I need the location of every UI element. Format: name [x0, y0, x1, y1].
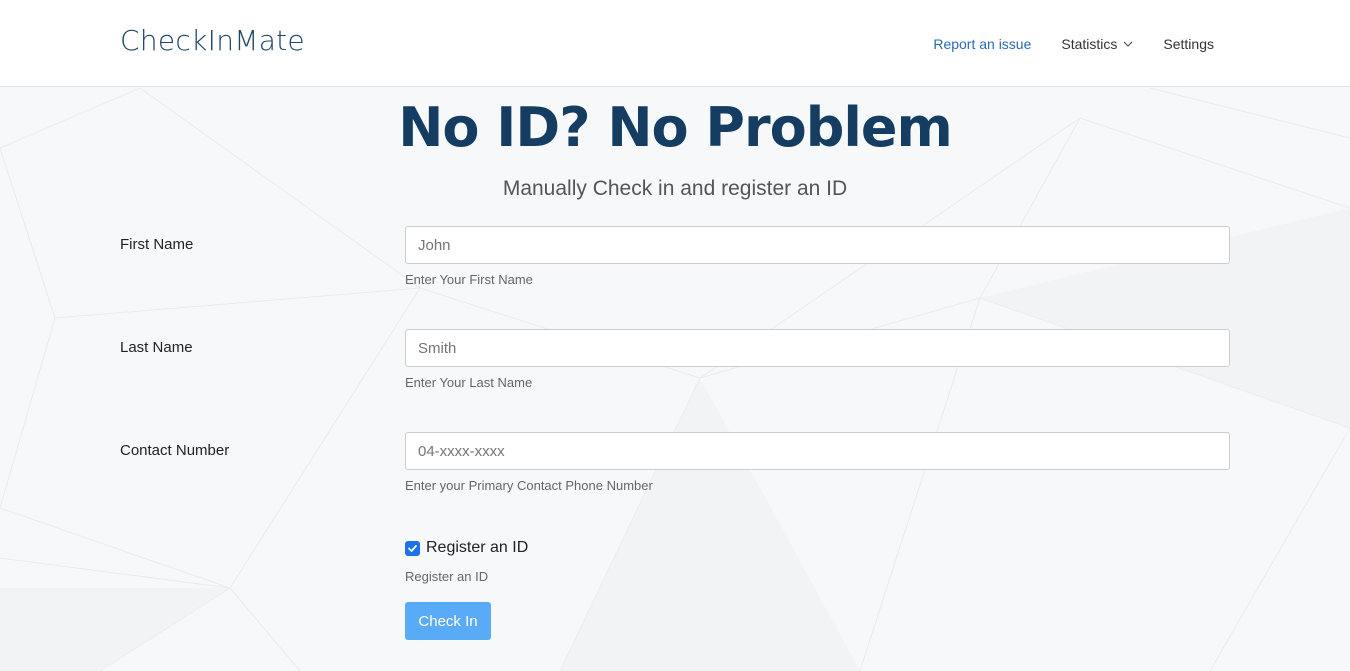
check-in-button[interactable]: Check In [405, 602, 491, 640]
main-content: No ID? No Problem Manually Check in and … [0, 88, 1350, 671]
contact-number-label: Contact Number [120, 442, 230, 459]
nav-link-report-issue[interactable]: Report an issue [933, 36, 1031, 52]
register-id-row: Register an ID [405, 539, 528, 557]
first-name-help: Enter Your First Name [405, 272, 533, 287]
nav-link-settings[interactable]: Settings [1163, 36, 1214, 52]
last-name-input[interactable] [405, 329, 1230, 367]
top-navbar: CheckInMate Report an issue Statistics S… [0, 0, 1350, 87]
contact-number-help: Enter your Primary Contact Phone Number [405, 478, 653, 493]
brand-logo[interactable]: CheckInMate [120, 24, 305, 57]
nav-link-statistics[interactable]: Statistics [1061, 36, 1133, 52]
first-name-input[interactable] [405, 226, 1230, 264]
register-id-help: Register an ID [405, 569, 489, 584]
last-name-help: Enter Your Last Name [405, 375, 533, 390]
register-id-checkbox[interactable] [405, 540, 420, 556]
first-name-label: First Name [120, 236, 194, 253]
checkmark-icon [408, 544, 417, 552]
nav-link-statistics-label: Statistics [1061, 36, 1118, 52]
last-name-label: Last Name [120, 339, 193, 356]
contact-number-input[interactable] [405, 432, 1230, 470]
chevron-down-icon [1123, 41, 1133, 47]
page-title: No ID? No Problem [398, 96, 953, 159]
register-id-label[interactable]: Register an ID [426, 539, 528, 557]
page-subtitle: Manually Check in and register an ID [502, 177, 848, 200]
nav-links: Report an issue Statistics Settings [903, 36, 1214, 52]
